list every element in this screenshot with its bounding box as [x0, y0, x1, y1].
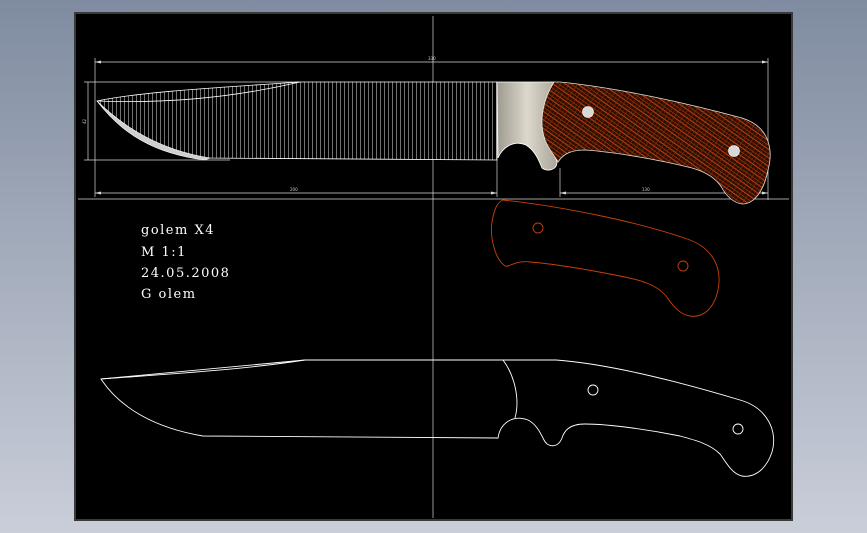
title-author: G olem [141, 287, 197, 302]
profile-hole-rear [732, 423, 744, 435]
handle-scale-outline [491, 199, 720, 317]
profile-hole-front [587, 384, 599, 396]
title-name: golem X4 [141, 223, 215, 238]
rivet-hole-front [582, 106, 594, 118]
scale-outline-path [491, 199, 720, 317]
blade-length-label: 200 [290, 187, 298, 192]
knife-profile-outline [100, 359, 775, 477]
profile-outline-path [100, 359, 775, 477]
title-block: golem X4 M 1:1 24.05.2008 G olem [141, 223, 230, 302]
profile-bolster-line [502, 359, 518, 419]
cad-drawing: 330 200 130 42 golem X4 M 1:1 24.05.2008 [78, 16, 789, 518]
rivet-hole-rear [728, 145, 740, 157]
scale-hole-front [532, 222, 544, 234]
scale-hole-rear [677, 260, 689, 272]
overall-length-label: 330 [428, 56, 436, 61]
title-date: 24.05.2008 [141, 266, 230, 281]
handle-scale [541, 81, 771, 205]
title-scale: M 1:1 [141, 245, 187, 260]
knife-rendered-view [96, 81, 771, 205]
blade-height-label: 42 [82, 118, 87, 124]
handle-length-label: 130 [642, 187, 650, 192]
